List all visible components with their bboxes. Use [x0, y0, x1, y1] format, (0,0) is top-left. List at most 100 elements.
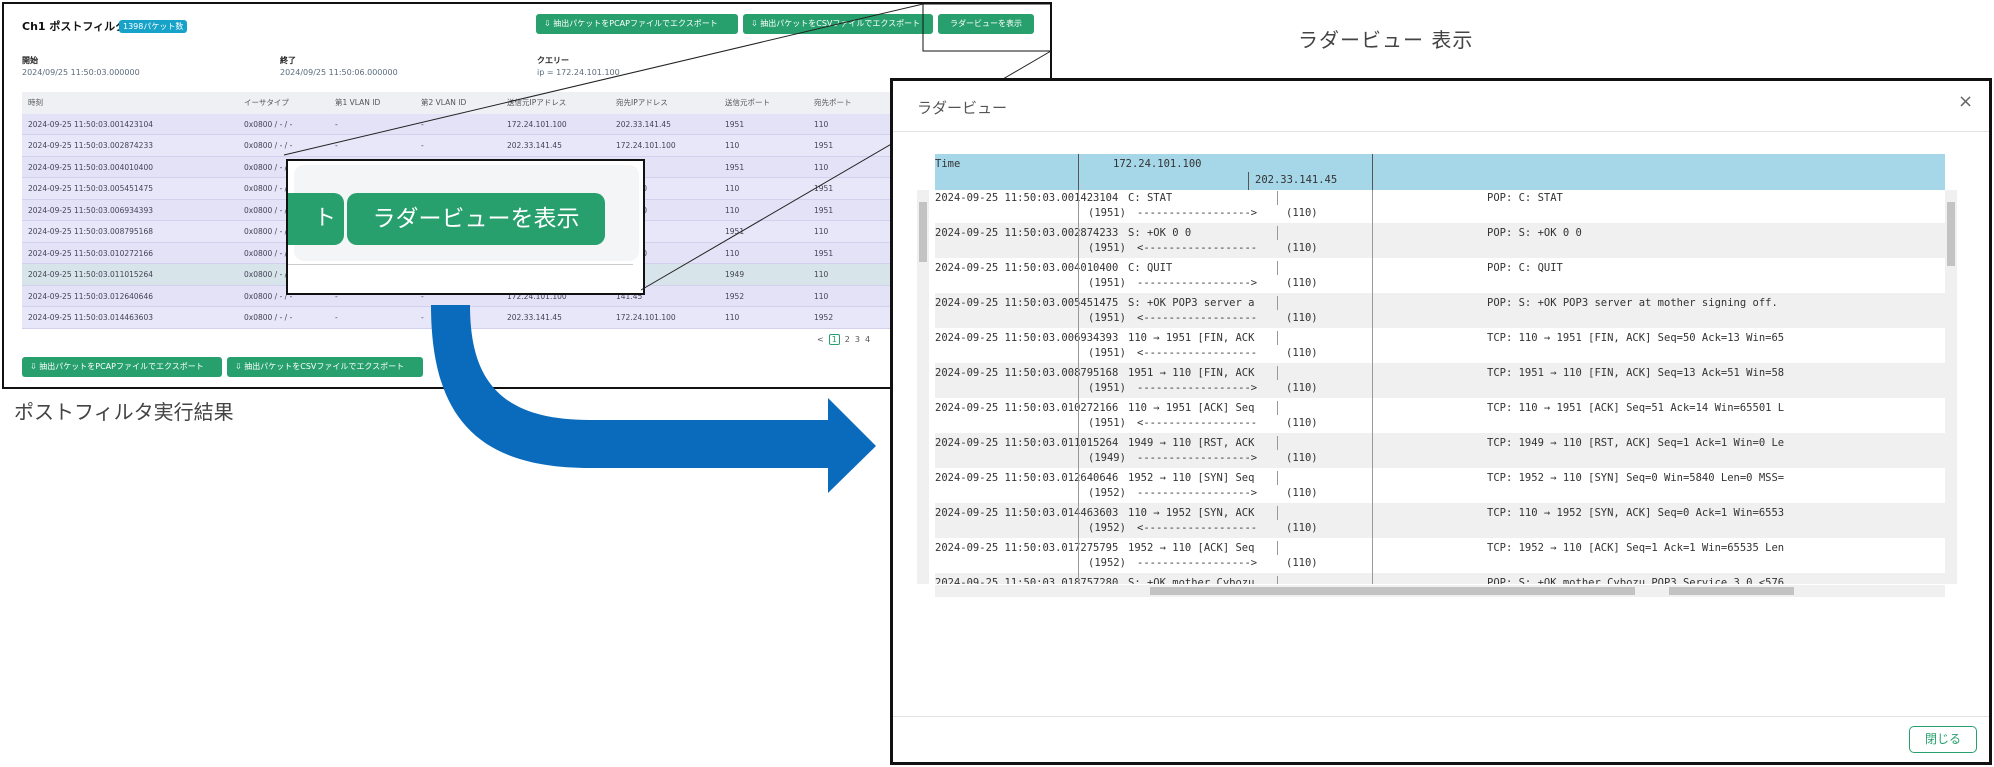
table-header: 時刻 イーサタイプ 第1 VLAN ID 第2 VLAN ID 送信元IPアドレ…: [22, 92, 1042, 114]
lane-divider: [1277, 366, 1278, 380]
export-pcap-button[interactable]: ⇩ 抽出パケットをPCAPファイルでエクスポート: [536, 14, 738, 34]
horizontal-scrollbar[interactable]: [935, 585, 1945, 597]
lane-divider: [1078, 328, 1079, 363]
table-cell: 2024-09-25 11:50:03.014463603: [28, 313, 153, 322]
pager-prev[interactable]: <: [817, 335, 824, 344]
export-button-partial[interactable]: ト: [288, 193, 344, 245]
ladder-row[interactable]: 2024-09-25 11:50:03.001423104 C: STAT (195…: [935, 190, 1945, 223]
pager-page[interactable]: 1: [828, 334, 840, 345]
ladder-view-button[interactable]: ラダービューを表示: [938, 14, 1034, 34]
table-cell: 202.33.141.45: [507, 141, 562, 150]
header-host-b: 202.33.141.45: [1255, 174, 1338, 186]
table-cell: 2024-09-25 11:50:03.011015264: [28, 270, 153, 279]
ladder-message: S: +OK 0 0: [1128, 227, 1192, 239]
column-header[interactable]: 宛先IPアドレス: [616, 92, 668, 113]
ladder-info: TCP: 1949 → 110 [RST, ACK] Seq=1 Ack=1 W…: [1487, 437, 1785, 449]
lane-divider: [1372, 573, 1373, 584]
scrollbar-thumb[interactable]: [1150, 587, 1635, 595]
lane-divider: [1372, 293, 1373, 328]
lane-divider: [1277, 541, 1278, 555]
ladder-port-a: (1952): [1088, 487, 1126, 499]
column-header[interactable]: 第2 VLAN ID: [421, 92, 466, 113]
lane-divider: [1277, 261, 1278, 275]
ladder-row[interactable]: 2024-09-25 11:50:03.006934393 110 → 1951 …: [935, 328, 1945, 363]
ladder-info: TCP: 110 → 1952 [SYN, ACK] Seq=0 Ack=1 W…: [1487, 507, 1785, 519]
table-cell: 2024-09-25 11:50:03.010272166: [28, 248, 153, 258]
table-cell: 2024-09-25 11:50:03.004010400: [28, 162, 153, 172]
lane-divider: [1078, 258, 1079, 293]
ladder-message: 110 → 1952 [SYN, ACK: [1128, 507, 1255, 519]
right-scrollbar[interactable]: [1945, 190, 1957, 584]
table-cell: 110: [725, 248, 740, 258]
ladder-view-button-zoomed[interactable]: ラダービューを表示: [347, 193, 605, 245]
ladder-message: S: +OK mother Cybozu: [1128, 577, 1255, 584]
ladder-port-a: (1949): [1088, 452, 1126, 464]
ladder-time: 2024-09-25 11:50:03.006934393: [935, 332, 1119, 344]
lane-divider: [1372, 503, 1373, 538]
ladder-row[interactable]: 2024-09-25 11:50:03.014463603 110 → 1952 …: [935, 503, 1945, 538]
export-csv-button[interactable]: ⇩ 抽出パケットをCSVファイルでエクスポート: [743, 14, 933, 34]
pager-page[interactable]: 2: [845, 335, 850, 344]
ladder-row[interactable]: 2024-09-25 11:50:03.002874233 S: +OK 0 0(…: [935, 223, 1945, 258]
scrollbar-thumb[interactable]: [1947, 202, 1955, 266]
table-cell: 110: [725, 313, 740, 322]
zoom-toolbar: ト ラダービューを表示: [288, 165, 639, 261]
pager-page[interactable]: 4: [865, 335, 870, 344]
divider: [893, 131, 1989, 132]
scrollbar-thumb[interactable]: [919, 202, 927, 262]
ladder-arrow: <------------------: [1137, 312, 1258, 324]
column-header[interactable]: 送信元IPアドレス: [507, 92, 566, 113]
ladder-time: 2024-09-25 11:50:03.011015264: [935, 437, 1119, 449]
left-scrollbar[interactable]: [917, 190, 929, 584]
ladder-row[interactable]: 2024-09-25 11:50:03.010272166 110 → 1951 …: [935, 398, 1945, 433]
close-icon[interactable]: ×: [1958, 91, 1973, 112]
ladder-port-b: (110): [1286, 417, 1318, 429]
table-cell: 1952: [814, 313, 834, 322]
ladder-row[interactable]: 2024-09-25 11:50:03.008795168 1951 → 110 …: [935, 363, 1945, 398]
ladder-time: 2024-09-25 11:50:03.005451475: [935, 297, 1119, 309]
ladder-row[interactable]: 2024-09-25 11:50:03.018757280 S: +OK moth…: [935, 573, 1945, 584]
page-title: Ch1 ポストフィルタ: [22, 20, 127, 33]
lane-divider: [1078, 433, 1079, 468]
ladder-port-a: (1951): [1088, 347, 1126, 359]
lane-divider: [1372, 258, 1373, 293]
ladder-message: 1952 → 110 [SYN] Seq: [1128, 472, 1255, 484]
divider: [288, 264, 633, 265]
table-cell: 1951: [725, 227, 745, 236]
caption-post-filter: ポストフィルタ実行結果: [14, 400, 234, 424]
table-cell: 2024-09-25 11:50:03.005451475: [28, 184, 153, 193]
ladder-info: TCP: 110 → 1951 [FIN, ACK] Seq=50 Ack=13…: [1487, 332, 1785, 344]
column-header[interactable]: 時刻: [28, 92, 43, 113]
ladder-header: Time 172.24.101.100 202.33.141.45: [935, 154, 1945, 190]
export-pcap-button-bottom[interactable]: ⇩ 抽出パケットをPCAPファイルでエクスポート: [22, 357, 222, 377]
ladder-port-b: (110): [1286, 487, 1318, 499]
table-row[interactable]: 2024-09-25 11:50:03.001423104 0x0800 / - …: [22, 113, 1042, 135]
table-row[interactable]: 2024-09-25 11:50:03.014463603 0x0800 / - …: [22, 307, 1042, 329]
table-cell: 1951: [725, 162, 745, 172]
column-header[interactable]: 第1 VLAN ID: [335, 92, 380, 113]
column-header[interactable]: 送信元ポート: [725, 92, 770, 113]
close-button[interactable]: 閉じる: [1909, 726, 1977, 753]
ladder-row[interactable]: 2024-09-25 11:50:03.005451475 S: +OK POP3…: [935, 293, 1945, 328]
column-header[interactable]: 宛先ポート: [814, 92, 852, 113]
scrollbar-thumb[interactable]: [1669, 587, 1794, 595]
table-cell: -: [335, 119, 338, 129]
export-csv-button-bottom[interactable]: ⇩ 抽出パケットをCSVファイルでエクスポート: [227, 357, 423, 377]
ladder-row[interactable]: 2024-09-25 11:50:03.017275795 1952 → 110 …: [935, 538, 1945, 573]
ladder-arrow: ------------------>: [1137, 452, 1258, 464]
ladder-row[interactable]: 2024-09-25 11:50:03.004010400 C: QUIT (195…: [935, 258, 1945, 293]
table-cell: 1951: [725, 119, 745, 129]
ladder-row[interactable]: 2024-09-25 11:50:03.011015264 1949 → 110 …: [935, 433, 1945, 468]
ladder-row[interactable]: 2024-09-25 11:50:03.012640646 1952 → 110 …: [935, 468, 1945, 503]
column-header[interactable]: イーサタイプ: [244, 92, 289, 113]
start-value: 2024/09/25 11:50:03.000000: [22, 68, 140, 77]
ladder-message: S: +OK POP3 server a: [1128, 297, 1255, 309]
table-row[interactable]: 2024-09-25 11:50:03.002874233 0x0800 / - …: [22, 135, 1042, 157]
pager-page[interactable]: 3: [855, 335, 860, 344]
ladder-port-b: (110): [1286, 452, 1318, 464]
ladder-port-b: (110): [1286, 207, 1318, 219]
lane-divider: [1277, 226, 1278, 240]
packet-count-badge: 1398パケット数: [119, 20, 188, 33]
lane-divider: [1078, 573, 1079, 584]
ladder-port-a: (1951): [1088, 242, 1126, 254]
